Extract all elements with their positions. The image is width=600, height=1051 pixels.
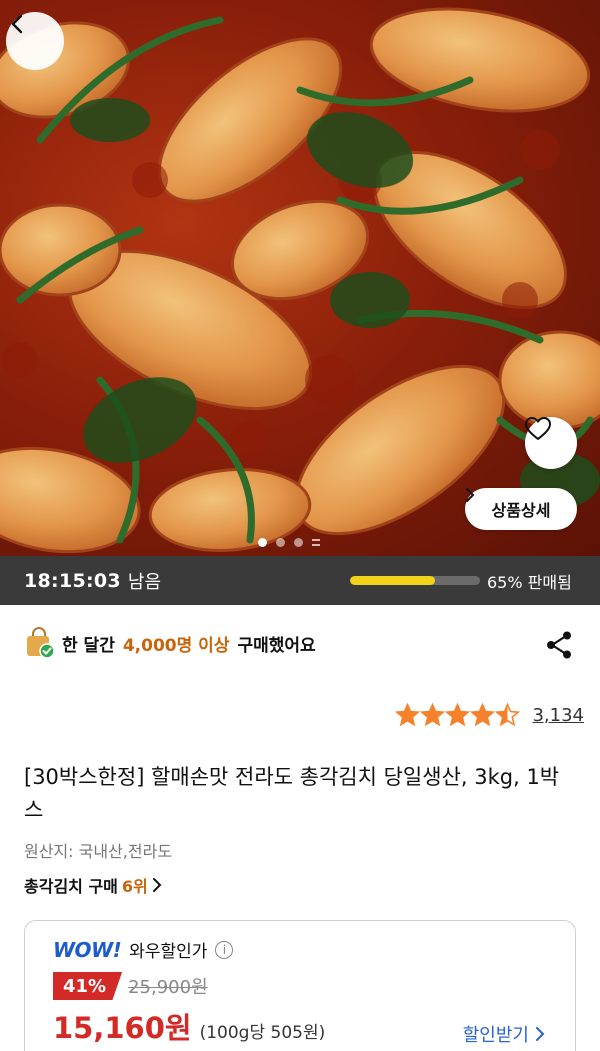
chevron-left-icon (11, 14, 23, 34)
star-half-icon (495, 703, 521, 727)
product-rating[interactable]: 3,134 (395, 703, 584, 728)
buyers-prefix: 한 달간 (62, 635, 115, 656)
share-button[interactable] (544, 630, 574, 660)
share-icon (547, 631, 571, 659)
rank-label: 총각김치 구매 (24, 877, 118, 896)
sold-progress-bar (350, 576, 480, 585)
carousel-dot (294, 538, 303, 547)
kimchi-photo (0, 7, 600, 554)
product-title: [30박스한정] 할매손맛 전라도 총각김치 당일생산, 3kg, 1박스 (24, 765, 560, 822)
category-rank-link[interactable]: 총각김치 구매 6위 (24, 873, 162, 897)
carousel-dot (258, 538, 267, 547)
rank-value: 6위 (121, 877, 148, 896)
get-discount-button[interactable]: 할인받기 (463, 1021, 545, 1047)
buyers-suffix: 구매했어요 (237, 635, 316, 656)
buyers-count: 4,000명 이상 (122, 635, 230, 656)
shopping-bag-check-icon (27, 627, 54, 659)
unit-price: (100g당 505원) (199, 1023, 326, 1043)
original-price: 25,900원 (128, 977, 208, 998)
deal-timer-bar: 18:15:03 남음 65% 판매됨 (0, 556, 600, 605)
sale-price: 15,160원 (53, 1011, 192, 1045)
wow-discount-label: 와우할인가 (129, 942, 208, 962)
carousel-more-indicator (312, 539, 320, 546)
discount-row: 41% 25,900원 (53, 972, 208, 1000)
countdown-suffix: 남음 (127, 571, 162, 593)
info-icon[interactable]: i (215, 940, 234, 959)
carousel-dot (276, 538, 285, 547)
wow-discount-header: WOW! 와우할인가 i (53, 937, 234, 962)
chevron-right-icon (536, 1027, 545, 1041)
star-full-icon (445, 703, 471, 727)
back-button[interactable] (6, 12, 64, 70)
star-full-icon (470, 703, 496, 727)
sale-price-row: 15,160원 (100g당 505원) (53, 1005, 325, 1047)
star-full-icon (395, 703, 421, 727)
star-rating (395, 703, 521, 728)
sold-percent-text: 65% 판매됨 (487, 573, 572, 592)
product-origin: 원산지: 국내산,전라도 (24, 842, 173, 861)
chevron-right-icon (466, 488, 475, 502)
countdown-time: 18:15:03 (24, 569, 121, 592)
wow-logo: WOW! (53, 937, 122, 962)
discount-badge: 41% (53, 972, 123, 1000)
purchase-count-banner: 한 달간 4,000명 이상 구매했어요 (24, 627, 316, 659)
price-card: WOW! 와우할인가 i 41% 25,900원 15,160원 (100g당 … (24, 920, 576, 1051)
get-discount-label: 할인받기 (462, 1025, 529, 1046)
review-count-link[interactable]: 3,134 (532, 705, 584, 726)
heart-icon (525, 417, 551, 440)
wishlist-button[interactable] (525, 417, 577, 469)
chevron-right-icon (152, 878, 162, 892)
product-detail-label: 상품상세 (491, 501, 551, 520)
carousel-indicator (258, 538, 320, 547)
product-hero-image[interactable]: 상품상세 (0, 0, 600, 556)
sold-progress-fill (350, 576, 435, 585)
star-full-icon (420, 703, 446, 727)
product-detail-button[interactable]: 상품상세 (465, 488, 577, 530)
